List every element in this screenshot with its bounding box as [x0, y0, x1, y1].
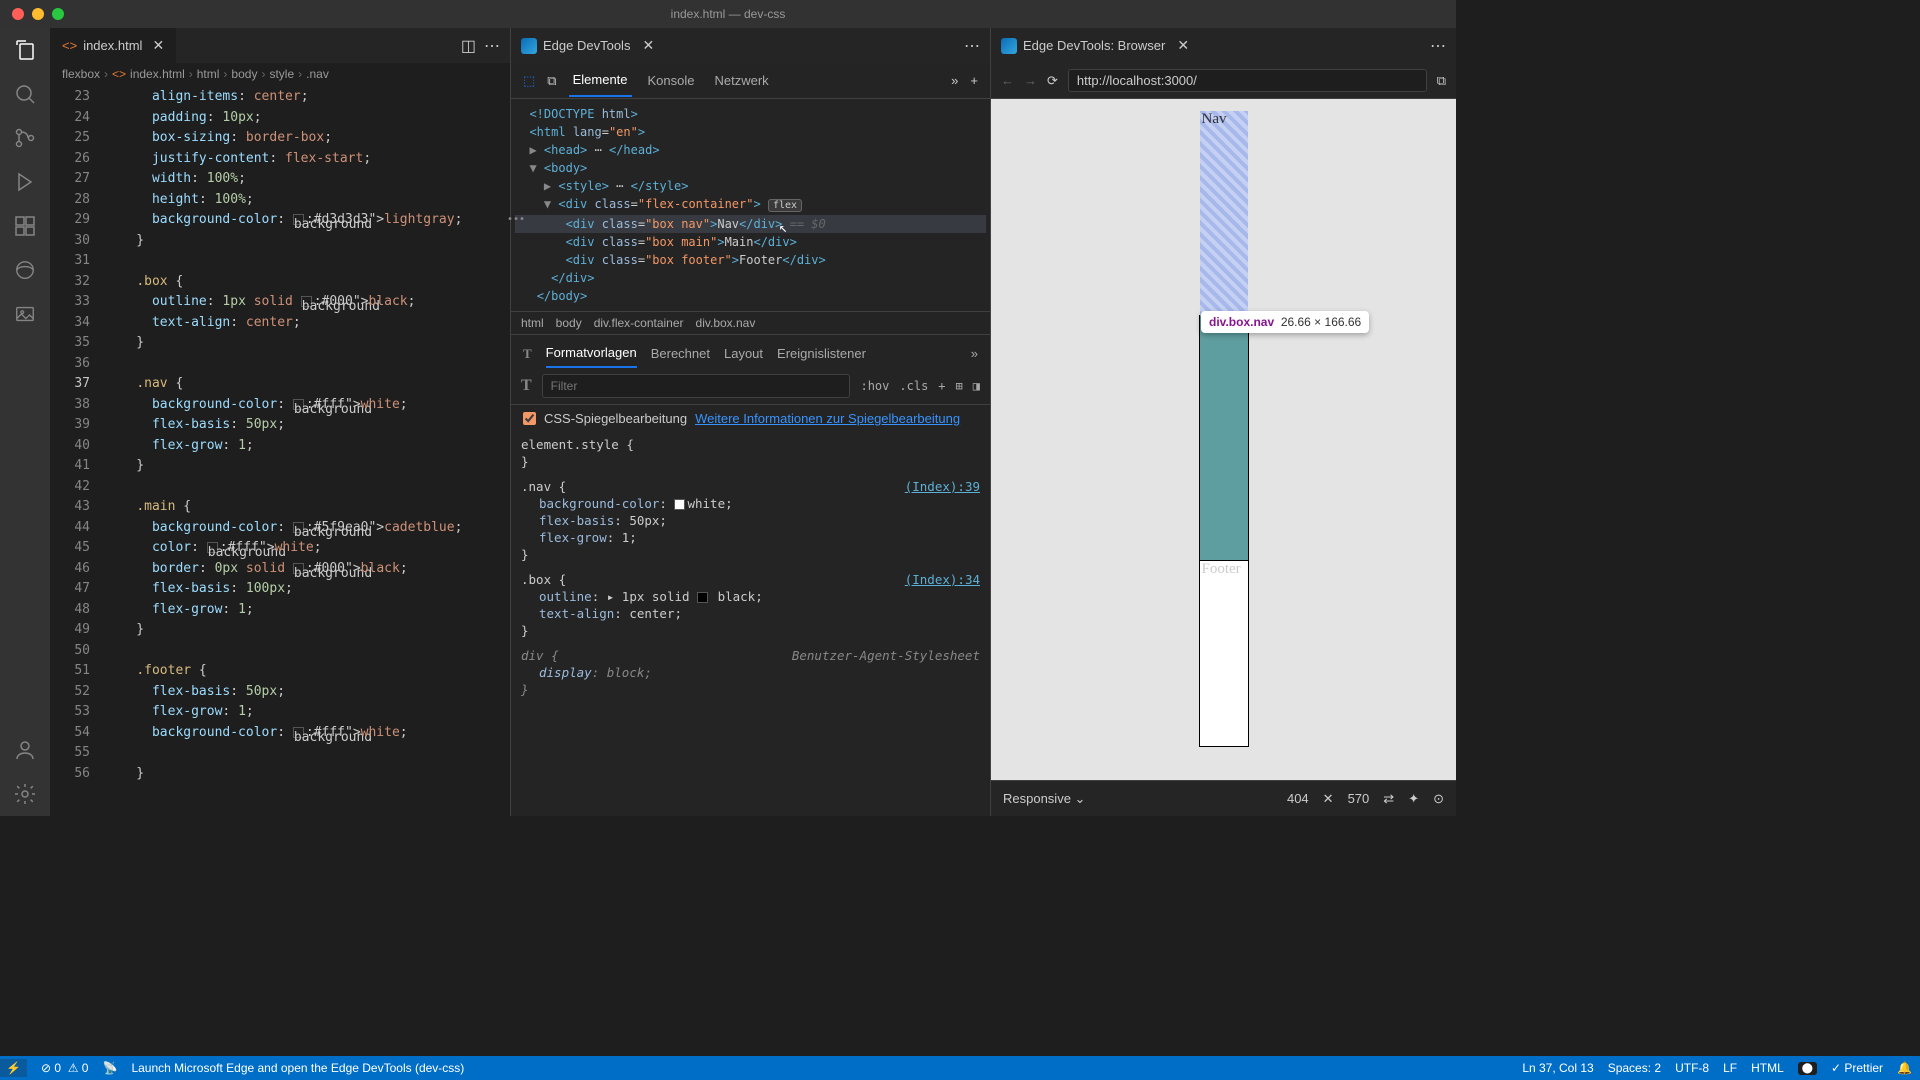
- html-file-icon: <>: [62, 38, 77, 53]
- eol-indicator[interactable]: LF: [1723, 1061, 1737, 1075]
- styles-pane[interactable]: element.style { } .nav {(Index):39 backg…: [511, 432, 990, 816]
- close-tab-icon[interactable]: ✕: [642, 37, 654, 54]
- more-actions-icon[interactable]: ⋯: [1430, 36, 1446, 56]
- viewport-width[interactable]: 404: [1287, 791, 1309, 806]
- launch-hint[interactable]: Launch Microsoft Edge and open the Edge …: [131, 1061, 464, 1075]
- more-tabs-icon[interactable]: »: [971, 346, 978, 361]
- settings-icon[interactable]: ⊙: [1433, 791, 1444, 807]
- window-title: index.html — dev-css: [671, 7, 786, 21]
- css-mirror-checkbox[interactable]: [523, 412, 536, 425]
- edge-icon: [521, 38, 537, 54]
- extensions-icon[interactable]: [13, 214, 37, 238]
- devtools-panel: Edge DevTools ✕ ⋯ ⬚ ⧉ Elemente Konsole N…: [510, 28, 990, 816]
- encoding-indicator[interactable]: UTF-8: [1675, 1061, 1709, 1075]
- tab-index-html[interactable]: <> index.html ✕: [50, 28, 177, 63]
- breadcrumbs[interactable]: flexbox› <> index.html› html› body› styl…: [50, 63, 510, 85]
- tab-computed[interactable]: Berechnet: [651, 340, 710, 367]
- preview-nav-box: Nav: [1200, 111, 1248, 316]
- remote-indicator[interactable]: ⚡: [0, 1059, 27, 1077]
- source-control-icon[interactable]: [13, 126, 37, 150]
- add-tab-icon[interactable]: +: [970, 73, 978, 88]
- broadcast-icon[interactable]: 📡: [102, 1061, 117, 1075]
- reload-icon[interactable]: ⟳: [1047, 73, 1058, 89]
- tab-listeners[interactable]: Ereignislistener: [777, 340, 866, 367]
- more-tabs-icon[interactable]: »: [951, 73, 958, 88]
- close-tab-icon[interactable]: ✕: [1177, 37, 1189, 54]
- tab-console[interactable]: Konsole: [644, 65, 699, 96]
- cursor-position[interactable]: Ln 37, Col 13: [1522, 1061, 1593, 1075]
- dom-tree[interactable]: ••• <!DOCTYPE html> <html lang="en"> ▶ <…: [511, 99, 990, 311]
- browser-toolbar: ← → ⟳ http://localhost:3000/ ⧉: [991, 63, 1456, 99]
- preview-footer-box: Footer: [1200, 561, 1248, 746]
- language-indicator[interactable]: HTML: [1751, 1061, 1784, 1075]
- toggle-device-icon[interactable]: ⧉: [547, 73, 556, 89]
- gallery-icon[interactable]: [13, 302, 37, 326]
- tab-label: index.html: [83, 38, 142, 53]
- maximize-window-button[interactable]: [52, 8, 64, 20]
- preview-viewport: Nav Footer div.box.nav 26.66 × 166.66: [991, 99, 1456, 780]
- cls-toggle[interactable]: .cls: [899, 379, 928, 393]
- new-rule-icon[interactable]: +: [938, 379, 945, 393]
- editor-tabs: <> index.html ✕ ◫ ⋯: [50, 28, 510, 63]
- close-tab-icon[interactable]: ✕: [152, 37, 164, 54]
- responsive-bar: Responsive ⌄ 404 ✕ 570 ⇄ ✦ ⊙: [991, 780, 1456, 816]
- screencast-icon[interactable]: ✦: [1408, 791, 1419, 807]
- more-actions-icon[interactable]: ⋯: [484, 36, 500, 56]
- styles-tabs: T Formatvorlagen Berechnet Layout Ereign…: [511, 334, 990, 368]
- tab-edge-browser[interactable]: Edge DevTools: Browser ✕: [991, 28, 1199, 63]
- back-icon[interactable]: ←: [1001, 73, 1014, 88]
- styles-filter-input[interactable]: [542, 374, 851, 398]
- port-badge[interactable]: ⬤: [1798, 1062, 1817, 1075]
- activity-bar: [0, 28, 50, 816]
- minimize-window-button[interactable]: [32, 8, 44, 20]
- mirror-info-link[interactable]: Weitere Informationen zur Spiegelbearbei…: [695, 411, 960, 426]
- device-icon[interactable]: ⊞: [956, 379, 963, 393]
- run-debug-icon[interactable]: [13, 170, 37, 194]
- url-bar[interactable]: http://localhost:3000/: [1068, 69, 1427, 92]
- indent-indicator[interactable]: Spaces: 2: [1608, 1061, 1661, 1075]
- browser-panel: Edge DevTools: Browser ✕ ⋯ ← → ⟳ http://…: [990, 28, 1456, 816]
- forward-icon[interactable]: →: [1024, 73, 1037, 88]
- split-editor-icon[interactable]: ◫: [461, 36, 476, 56]
- notifications-icon[interactable]: 🔔: [1897, 1061, 1912, 1075]
- more-actions-icon[interactable]: ⋯: [964, 36, 980, 56]
- tab-edge-devtools[interactable]: Edge DevTools ✕: [511, 28, 664, 63]
- viewport-height[interactable]: 570: [1348, 791, 1370, 806]
- css-mirror-row: CSS-Spiegelbearbeitung Weitere Informati…: [511, 405, 990, 432]
- panel-icon[interactable]: ◨: [973, 379, 980, 393]
- account-icon[interactable]: [13, 738, 37, 762]
- close-window-button[interactable]: [12, 8, 24, 20]
- hov-toggle[interactable]: :hov: [860, 379, 889, 393]
- search-icon[interactable]: [13, 82, 37, 106]
- editor-panel: <> index.html ✕ ◫ ⋯ flexbox› <> index.ht…: [50, 28, 510, 816]
- edge-tools-icon[interactable]: [13, 258, 37, 282]
- inspect-element-icon[interactable]: ⬚: [523, 73, 535, 89]
- rotate-icon[interactable]: ⇄: [1383, 791, 1394, 807]
- explorer-icon[interactable]: [13, 38, 37, 62]
- window-titlebar: index.html — dev-css: [0, 0, 1456, 28]
- prettier-indicator[interactable]: ✓ Prettier: [1831, 1061, 1883, 1075]
- devtools-toolbar: ⬚ ⧉ Elemente Konsole Netzwerk » +: [511, 63, 990, 99]
- tab-network[interactable]: Netzwerk: [711, 65, 773, 96]
- tab-layout[interactable]: Layout: [724, 340, 763, 367]
- dom-path[interactable]: html body div.flex-container div.box.nav: [511, 311, 990, 334]
- open-external-icon[interactable]: ⧉: [1437, 73, 1446, 89]
- page-preview: Nav Footer: [1200, 111, 1248, 746]
- settings-gear-icon[interactable]: [13, 782, 37, 806]
- tab-styles[interactable]: Formatvorlagen: [546, 339, 637, 368]
- responsive-dropdown[interactable]: Responsive ⌄: [1003, 791, 1085, 807]
- preview-main-box: [1200, 316, 1248, 561]
- tab-elements[interactable]: Elemente: [569, 64, 632, 97]
- code-editor[interactable]: 2324252627282930313233343536373839404142…: [50, 85, 510, 816]
- inspect-tooltip: div.box.nav 26.66 × 166.66: [1201, 311, 1369, 333]
- status-bar: ⚡ ⊘ 0 ⚠ 0 📡 Launch Microsoft Edge and op…: [0, 1056, 1920, 1080]
- problems-indicator[interactable]: ⊘ 0 ⚠ 0: [41, 1061, 89, 1075]
- edge-icon: [1001, 38, 1017, 54]
